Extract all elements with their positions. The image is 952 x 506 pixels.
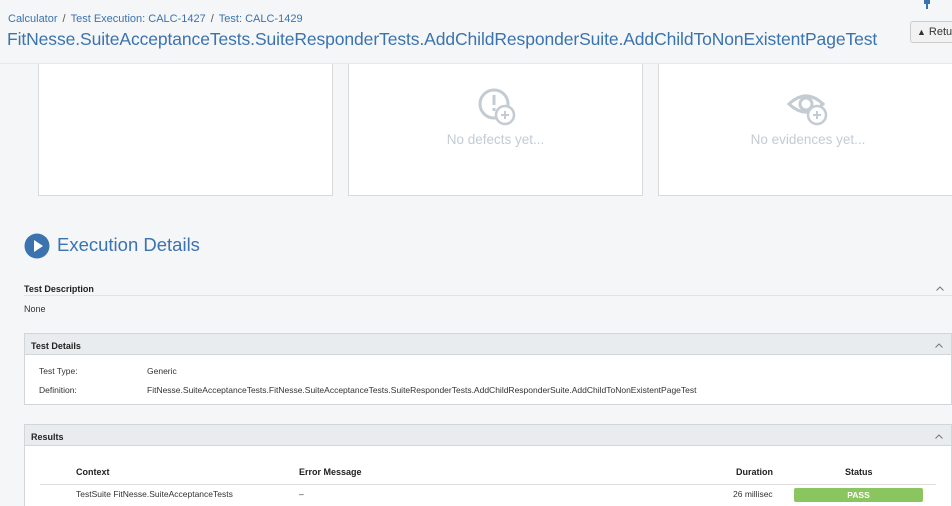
page-title: FitNesse.SuiteAcceptanceTests.SuiteRespo… [7, 29, 878, 49]
breadcrumb-separator: / [62, 13, 66, 25]
result-error-message: – [299, 489, 304, 499]
return-button[interactable]: ▲ Retu [910, 21, 952, 43]
column-header-error-message[interactable]: Error Message [299, 467, 362, 477]
breadcrumb-test-link[interactable]: Test: CALC-1429 [219, 13, 303, 25]
divider [40, 484, 936, 485]
evidences-panel[interactable]: No evidences yet... [658, 64, 952, 196]
defects-empty-text: No defects yet... [446, 132, 545, 147]
execution-details-title: Execution Details [57, 234, 200, 255]
return-button-label: Retu [928, 26, 952, 38]
defects-panel[interactable]: No defects yet... [348, 64, 643, 196]
evidence-add-icon[interactable] [786, 84, 830, 128]
test-description-value: None [24, 304, 46, 314]
triangle-up-icon: ▲ [917, 27, 926, 37]
evidences-empty-text: No evidences yet... [750, 132, 866, 147]
test-details-header[interactable]: Test Details [24, 333, 952, 355]
chevron-up-icon[interactable] [935, 434, 943, 439]
test-type-label: Test Type: [39, 366, 78, 376]
status-badge: PASS [794, 488, 923, 502]
blank-panel [38, 64, 333, 196]
divider [24, 295, 952, 296]
defect-add-icon[interactable] [474, 84, 518, 128]
section-title: Test Description [24, 284, 94, 294]
chevron-up-icon[interactable] [936, 286, 944, 291]
play-icon [24, 233, 50, 259]
results-header[interactable]: Results [24, 424, 952, 446]
issue-header: Calculator / Test Execution: CALC-1427 / Tes… [0, 0, 952, 64]
pin-icon[interactable] [922, 0, 932, 10]
test-type-value: Generic [147, 366, 177, 376]
attachments-panels: No defects yet... No evidences yet... [0, 64, 952, 210]
breadcrumb: Calculator / Test Execution: CALC-1427 / Tes… [8, 13, 303, 25]
section-title: Test Details [31, 341, 81, 351]
breadcrumb-project-link[interactable]: Calculator [8, 13, 58, 25]
definition-label: Definition: [39, 385, 77, 395]
result-context[interactable]: TestSuite FitNesse.SuiteAcceptanceTests [76, 489, 233, 499]
column-header-context[interactable]: Context [76, 467, 110, 477]
breadcrumb-test-execution-link[interactable]: Test Execution: CALC-1427 [71, 13, 206, 25]
test-details-body [24, 355, 952, 405]
chevron-up-icon[interactable] [935, 343, 943, 348]
section-title: Results [31, 432, 64, 442]
column-header-status[interactable]: Status [845, 467, 873, 477]
column-header-duration[interactable]: Duration [736, 467, 773, 477]
breadcrumb-separator: / [210, 13, 214, 25]
definition-value: FitNesse.SuiteAcceptanceTests.FitNesse.S… [147, 385, 697, 395]
result-duration: 26 millisec [733, 489, 773, 499]
